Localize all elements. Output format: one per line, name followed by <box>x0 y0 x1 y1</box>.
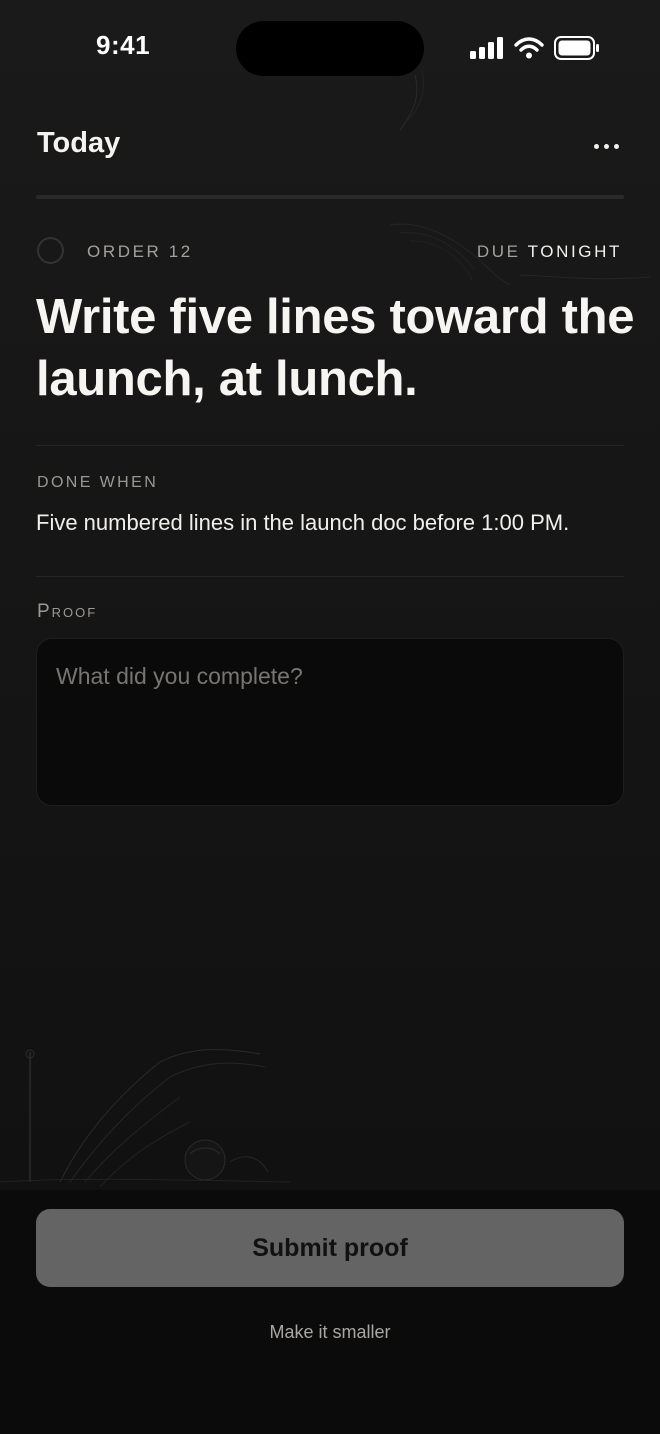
divider <box>36 576 624 577</box>
ellipsis-dot <box>603 143 609 149</box>
task-screen: 9:41 Today ORDER 12 DUE TONIGHT Write fi… <box>0 0 660 1434</box>
progress-bar <box>36 195 624 199</box>
submit-proof-button[interactable]: Submit proof <box>36 1209 624 1287</box>
divider <box>36 445 624 446</box>
status-time: 9:41 <box>96 30 151 60</box>
complete-checkbox[interactable] <box>37 237 64 264</box>
due-prefix: DUE <box>476 242 521 261</box>
status-icons <box>470 36 600 60</box>
page-title: Today <box>37 127 121 159</box>
done-when-text: Five numbered lines in the launch doc be… <box>36 510 570 535</box>
battery-icon <box>554 36 599 60</box>
make-it-smaller-link[interactable]: Make it smaller <box>0 1322 660 1343</box>
dynamic-island <box>236 21 424 76</box>
proof-input[interactable] <box>36 638 624 806</box>
done-when-label: DONE WHEN <box>37 474 159 491</box>
cellular-signal-icon <box>470 37 503 59</box>
ellipsis-dot <box>613 143 619 149</box>
ellipsis-icon <box>593 143 599 149</box>
order-label: ORDER 12 <box>87 242 193 261</box>
proof-label: Proof <box>37 601 98 622</box>
decorative-etching-bottom <box>0 1049 290 1188</box>
more-options-button[interactable] <box>586 130 626 162</box>
due-label: DUE TONIGHT <box>477 242 622 262</box>
task-title: Write five lines toward the launch, at l… <box>36 290 635 406</box>
due-value: TONIGHT <box>527 242 622 261</box>
wifi-icon <box>514 37 544 59</box>
